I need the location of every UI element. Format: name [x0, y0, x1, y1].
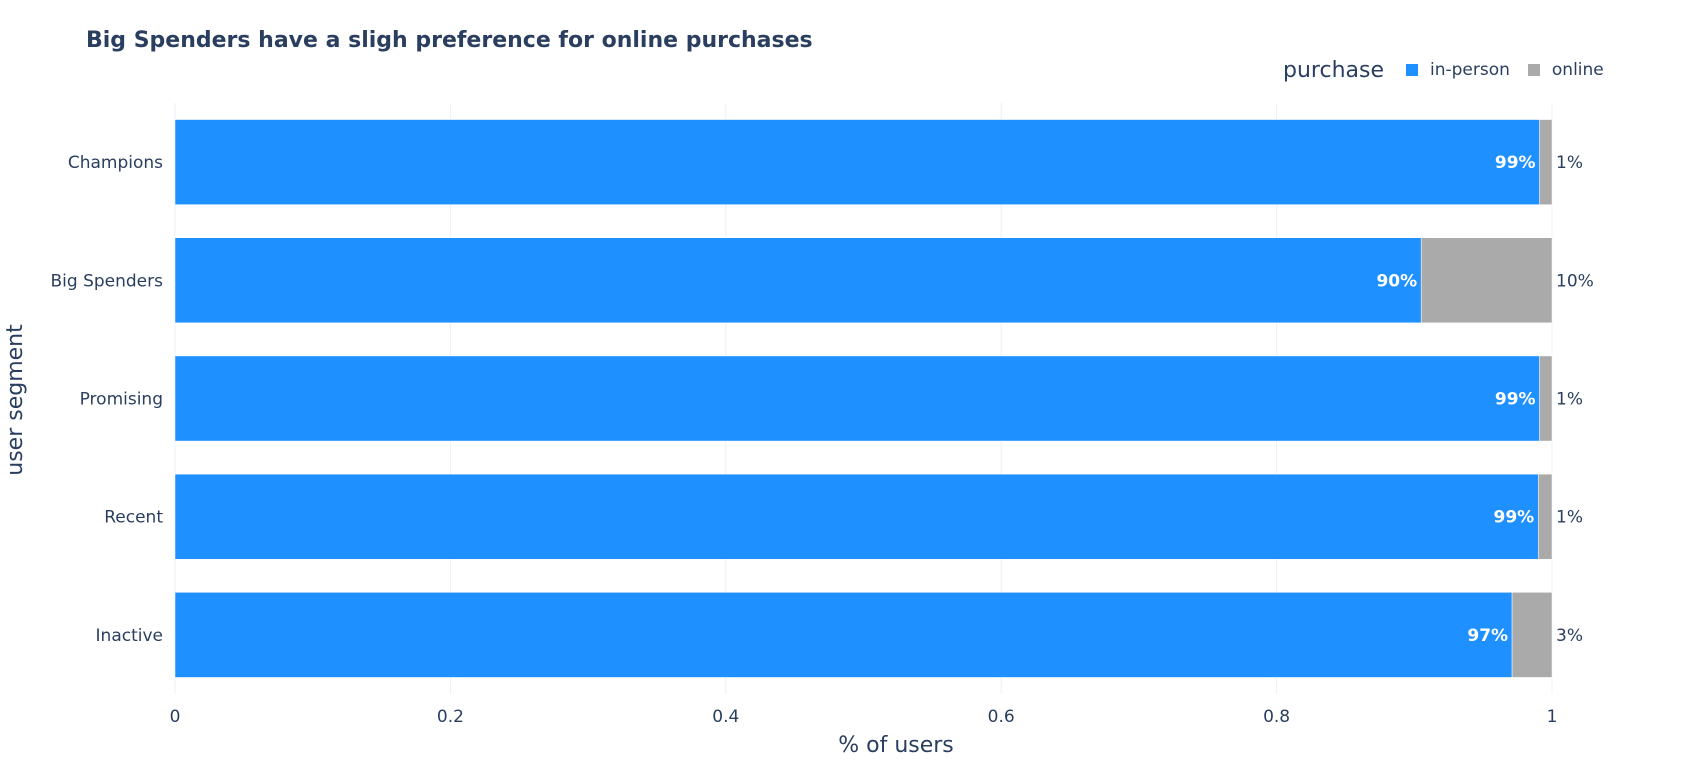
bar-label-online: 10%	[1556, 271, 1594, 291]
y-tick-labels: Champions Big Spenders Promising Recent Inac…	[51, 153, 164, 646]
bar-in-person-promising[interactable]	[174, 355, 1540, 442]
x-tick-label: 0.4	[712, 707, 739, 727]
bar-online-champions[interactable]	[1539, 119, 1553, 205]
chart-plot: 99% 1% 90% 10% 99% 1% 99% 1% 97% 3% Champions Big …	[3, 103, 1594, 758]
bar-in-person-inactive[interactable]	[174, 592, 1513, 678]
y-tick-label: Inactive	[96, 626, 163, 646]
y-axis-title: user segment	[3, 324, 28, 476]
x-tick-label: 1	[1547, 707, 1558, 727]
x-tick-labels: 0 0.2 0.4 0.6 0.8 1	[170, 707, 1558, 727]
bar-label-online: 1%	[1556, 508, 1583, 528]
bar-online-promising[interactable]	[1539, 355, 1553, 442]
y-tick-label: Recent	[104, 508, 163, 528]
x-tick-label: 0.2	[437, 707, 464, 727]
bar-in-person-recent[interactable]	[174, 473, 1539, 560]
x-axis-title: % of users	[838, 733, 954, 758]
bar-label-in-person: 99%	[1495, 390, 1536, 410]
bar-label-in-person: 97%	[1467, 626, 1508, 646]
bar-in-person-champions[interactable]	[174, 119, 1540, 205]
bars	[174, 119, 1553, 678]
y-tick-label: Promising	[80, 390, 163, 410]
bar-label-in-person: 99%	[1495, 153, 1536, 173]
bar-label-online: 3%	[1556, 626, 1583, 646]
bar-in-person-big-spenders[interactable]	[174, 237, 1422, 324]
x-tick-label: 0	[170, 707, 181, 727]
bar-label-in-person: 90%	[1376, 271, 1417, 291]
y-tick-label: Champions	[68, 153, 163, 173]
bar-label-online: 1%	[1556, 390, 1583, 410]
bar-online-big-spenders[interactable]	[1420, 237, 1553, 324]
x-tick-label: 0.8	[1263, 707, 1290, 727]
y-tick-label: Big Spenders	[51, 271, 164, 291]
bar-online-recent[interactable]	[1537, 473, 1553, 560]
bar-label-online: 1%	[1556, 153, 1583, 173]
bar-label-in-person: 99%	[1494, 508, 1535, 528]
bar-online-inactive[interactable]	[1511, 592, 1553, 678]
x-tick-label: 0.6	[988, 707, 1015, 727]
